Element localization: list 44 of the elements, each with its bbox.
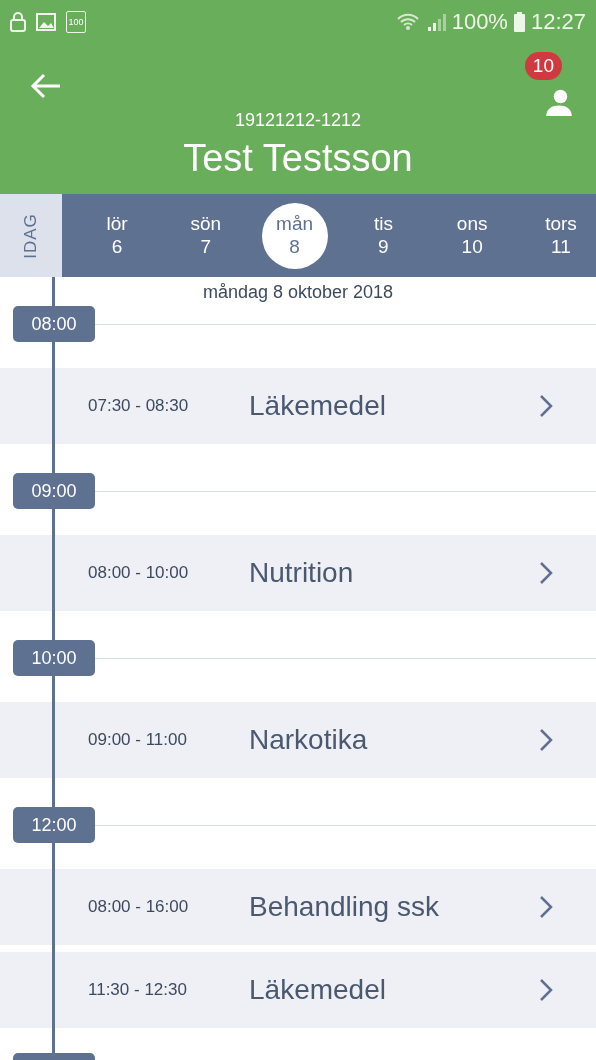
event-row[interactable]: 08:00 - 10:00 Nutrition — [0, 535, 596, 611]
day-tab[interactable]: ons 10 — [439, 202, 506, 269]
patient-name: Test Testsson — [183, 137, 413, 180]
lock-icon — [10, 12, 26, 32]
event-title: Behandling ssk — [249, 891, 440, 923]
date-label: måndag 8 oktober 2018 — [201, 281, 395, 304]
clock-time: 12:27 — [530, 9, 586, 35]
event-time: 11:30 - 12:30 — [88, 980, 188, 1000]
event-time: 08:00 - 16:00 — [88, 897, 190, 917]
event-time: 08:00 - 10:00 — [88, 563, 190, 583]
battery-icon — [513, 12, 525, 32]
signal-icon — [425, 13, 446, 31]
day-tab[interactable]: sön 7 — [172, 202, 239, 269]
chevron-right-icon — [539, 561, 553, 585]
back-arrow-icon[interactable] — [30, 72, 62, 100]
chevron-right-icon — [539, 394, 553, 418]
today-button[interactable]: IDAG — [0, 194, 62, 277]
battery-icon: 100 — [66, 11, 86, 33]
day-tab[interactable]: tis 9 — [350, 202, 417, 269]
event-time: 09:00 - 11:00 — [88, 730, 188, 750]
event-row[interactable]: 11:30 - 12:30 Läkemedel — [0, 952, 596, 1028]
hour-label: 09:00 — [13, 473, 95, 509]
event-title: Narkotika — [249, 724, 369, 756]
event-time: 07:30 - 08:30 — [88, 396, 190, 416]
event-row[interactable]: 08:00 - 16:00 Behandling ssk — [0, 869, 596, 945]
event-row[interactable]: 09:00 - 11:00 Narkotika — [0, 702, 596, 778]
chevron-right-icon — [539, 895, 553, 919]
wifi-icon — [395, 13, 420, 31]
day-tab[interactable]: tors 11 — [528, 202, 594, 269]
hour-label: 12:00 — [13, 807, 95, 843]
battery-percent: 100% — [451, 9, 508, 35]
patient-id: 19121212-1212 — [234, 110, 362, 131]
hour-label: 08:00 — [13, 306, 95, 342]
event-title: Nutrition — [249, 557, 355, 589]
event-title: Läkemedel — [249, 390, 387, 422]
chevron-right-icon — [539, 978, 553, 1002]
event-row[interactable]: 07:30 - 08:30 Läkemedel — [0, 368, 596, 444]
day-tab[interactable]: mån 8 — [261, 202, 328, 269]
hour-label: 10:00 — [13, 640, 95, 676]
day-tab[interactable]: lör 6 — [84, 202, 150, 269]
event-title: Läkemedel — [249, 974, 387, 1006]
image-icon — [36, 13, 56, 31]
notification-badge: 10 — [524, 52, 562, 80]
chevron-right-icon — [539, 728, 553, 752]
